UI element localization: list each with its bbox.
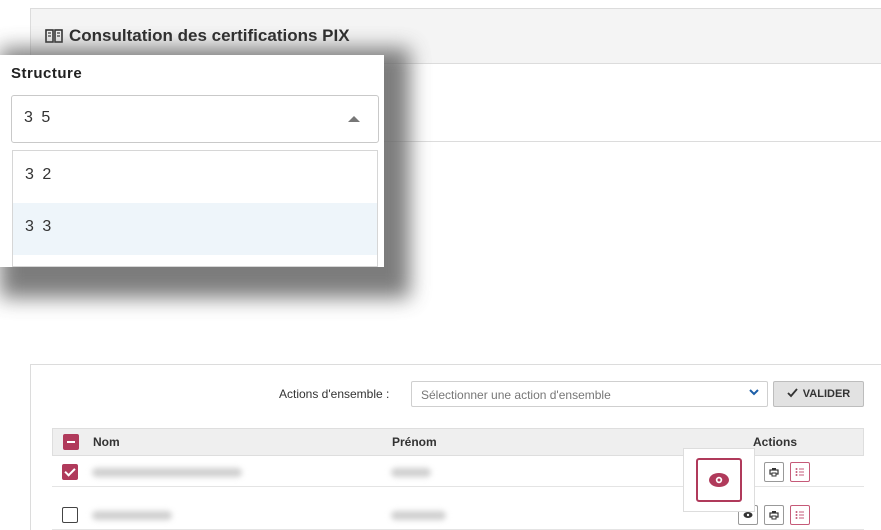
validate-button[interactable]: VALIDER [773,381,864,407]
row-checkbox[interactable] [62,464,78,480]
row-nom-redacted [92,468,242,477]
bulk-actions-placeholder: Sélectionner une action d'ensemble [421,388,611,402]
eye-icon [743,512,753,518]
validate-label: VALIDER [802,388,851,400]
structure-select[interactable]: 3 5 [11,95,379,143]
row-prenom-redacted [391,511,446,520]
column-actions: Actions [753,435,798,449]
view-button[interactable] [696,458,742,502]
row-prenom-redacted [391,468,431,477]
structure-selected-value: 3 5 [24,109,53,126]
page-title: Consultation des certifications PIX [45,26,350,46]
details-list-button[interactable] [790,505,810,525]
column-nom: Nom [93,435,120,449]
row-checkbox[interactable] [62,507,78,523]
print-icon [769,468,779,477]
print-icon [769,511,779,520]
structure-popup: Structure 3 5 3 2 3 3 [0,55,384,267]
caret-up-icon [348,116,360,122]
row-nom-redacted [92,511,172,520]
chevron-down-icon [748,386,760,401]
column-prenom: Prénom [392,435,437,449]
list-icon [795,468,804,476]
bulk-actions-label: Actions d'ensemble : [279,387,390,401]
bulk-actions-select[interactable]: Sélectionner une action d'ensemble [411,381,768,407]
details-list-button[interactable] [790,462,810,482]
print-button[interactable] [764,462,784,482]
structure-label: Structure [11,65,83,82]
page-title-text: Consultation des certifications PIX [69,26,350,45]
book-icon [45,28,63,44]
list-icon [795,511,804,519]
eye-icon [709,473,729,487]
select-all-checkbox[interactable] [63,434,79,450]
structure-option[interactable]: 3 3 [13,203,377,255]
print-button[interactable] [764,505,784,525]
structure-options-list: 3 2 3 3 [12,150,378,267]
check-icon [787,387,798,401]
structure-option[interactable]: 3 2 [13,151,377,203]
view-button-callout [684,449,754,511]
